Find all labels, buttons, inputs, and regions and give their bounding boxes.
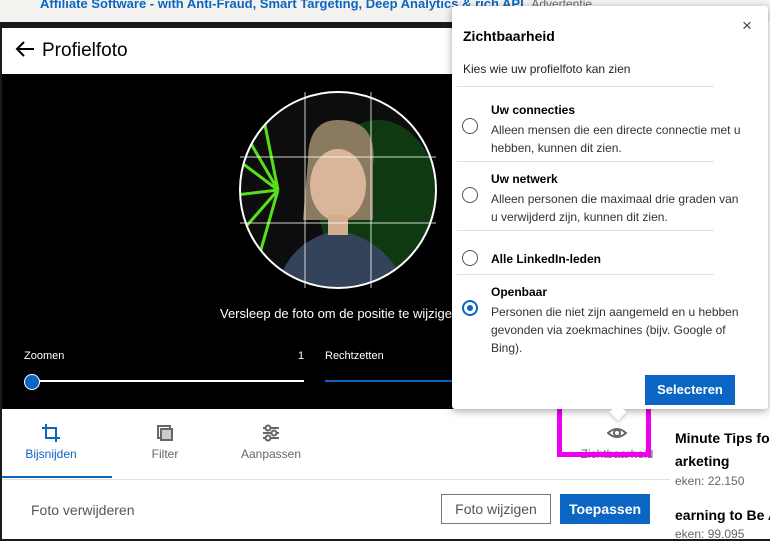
bg-post-title[interactable]: Minute Tips fo [675, 430, 770, 446]
option-description: Personen die niet zijn aangemeld en u he… [491, 305, 739, 355]
bg-post-views: eken: 22.150 [675, 474, 745, 488]
filter-icon [157, 425, 173, 441]
select-button[interactable]: Selecteren [645, 375, 735, 405]
popover-title: Zichtbaarheid [463, 28, 555, 44]
option-title: Openbaar [491, 285, 548, 299]
tab-adjust[interactable]: Aanpassen [236, 423, 306, 461]
zoom-slider-thumb[interactable] [24, 374, 40, 390]
tab-adjust-label: Aanpassen [240, 447, 302, 461]
close-icon[interactable]: × [742, 16, 752, 36]
tab-crop[interactable]: Bijsnijden [16, 423, 86, 461]
zoom-value: 1 [298, 350, 305, 362]
bg-post-title[interactable]: arketing [675, 453, 729, 469]
modal-footer: Foto verwijderen Foto wijzigen Toepassen [2, 480, 670, 539]
tab-filter-label: Filter [151, 447, 179, 461]
modal-title: Profielfoto [42, 40, 128, 61]
radio-all-members[interactable] [462, 250, 478, 266]
straighten-label: Rechtzetten [325, 350, 384, 362]
popover-subtitle: Kies wie uw profielfoto kan zien [463, 62, 631, 76]
active-tab-indicator [2, 476, 112, 478]
sliders-icon [263, 424, 279, 442]
divider [457, 274, 714, 275]
apply-button[interactable]: Toepassen [560, 494, 650, 524]
remove-photo-button[interactable]: Foto verwijderen [31, 502, 135, 518]
drag-hint: Versleep de foto om de positie te wijzig… [220, 306, 460, 321]
bg-post-title[interactable]: earning to Be A [675, 507, 770, 523]
crop-icon [42, 424, 60, 442]
profile-photo[interactable] [238, 90, 438, 290]
tab-crop-label: Bijsnijden [25, 447, 77, 461]
option-title: Alle LinkedIn-leden [491, 252, 602, 266]
visibility-popover: Zichtbaarheid × Kies wie uw profielfoto … [452, 6, 768, 421]
option-description: Alleen mensen die een directe connectie … [491, 123, 741, 155]
radio-connections[interactable] [462, 118, 478, 134]
option-title: Uw connecties [491, 103, 576, 117]
zoom-slider[interactable] [32, 380, 304, 382]
option-title: Uw netwerk [491, 172, 558, 186]
tab-filter[interactable]: Filter [130, 423, 200, 461]
divider [457, 86, 714, 87]
change-photo-button[interactable]: Foto wijzigen [441, 494, 551, 524]
back-arrow-icon[interactable] [14, 38, 36, 60]
divider [457, 230, 714, 231]
divider [457, 161, 714, 162]
radio-network[interactable] [462, 187, 478, 203]
radio-public-selected[interactable] [462, 300, 478, 316]
zoom-label: Zoomen [24, 350, 65, 362]
option-description: Alleen personen die maximaal drie graden… [491, 192, 739, 224]
